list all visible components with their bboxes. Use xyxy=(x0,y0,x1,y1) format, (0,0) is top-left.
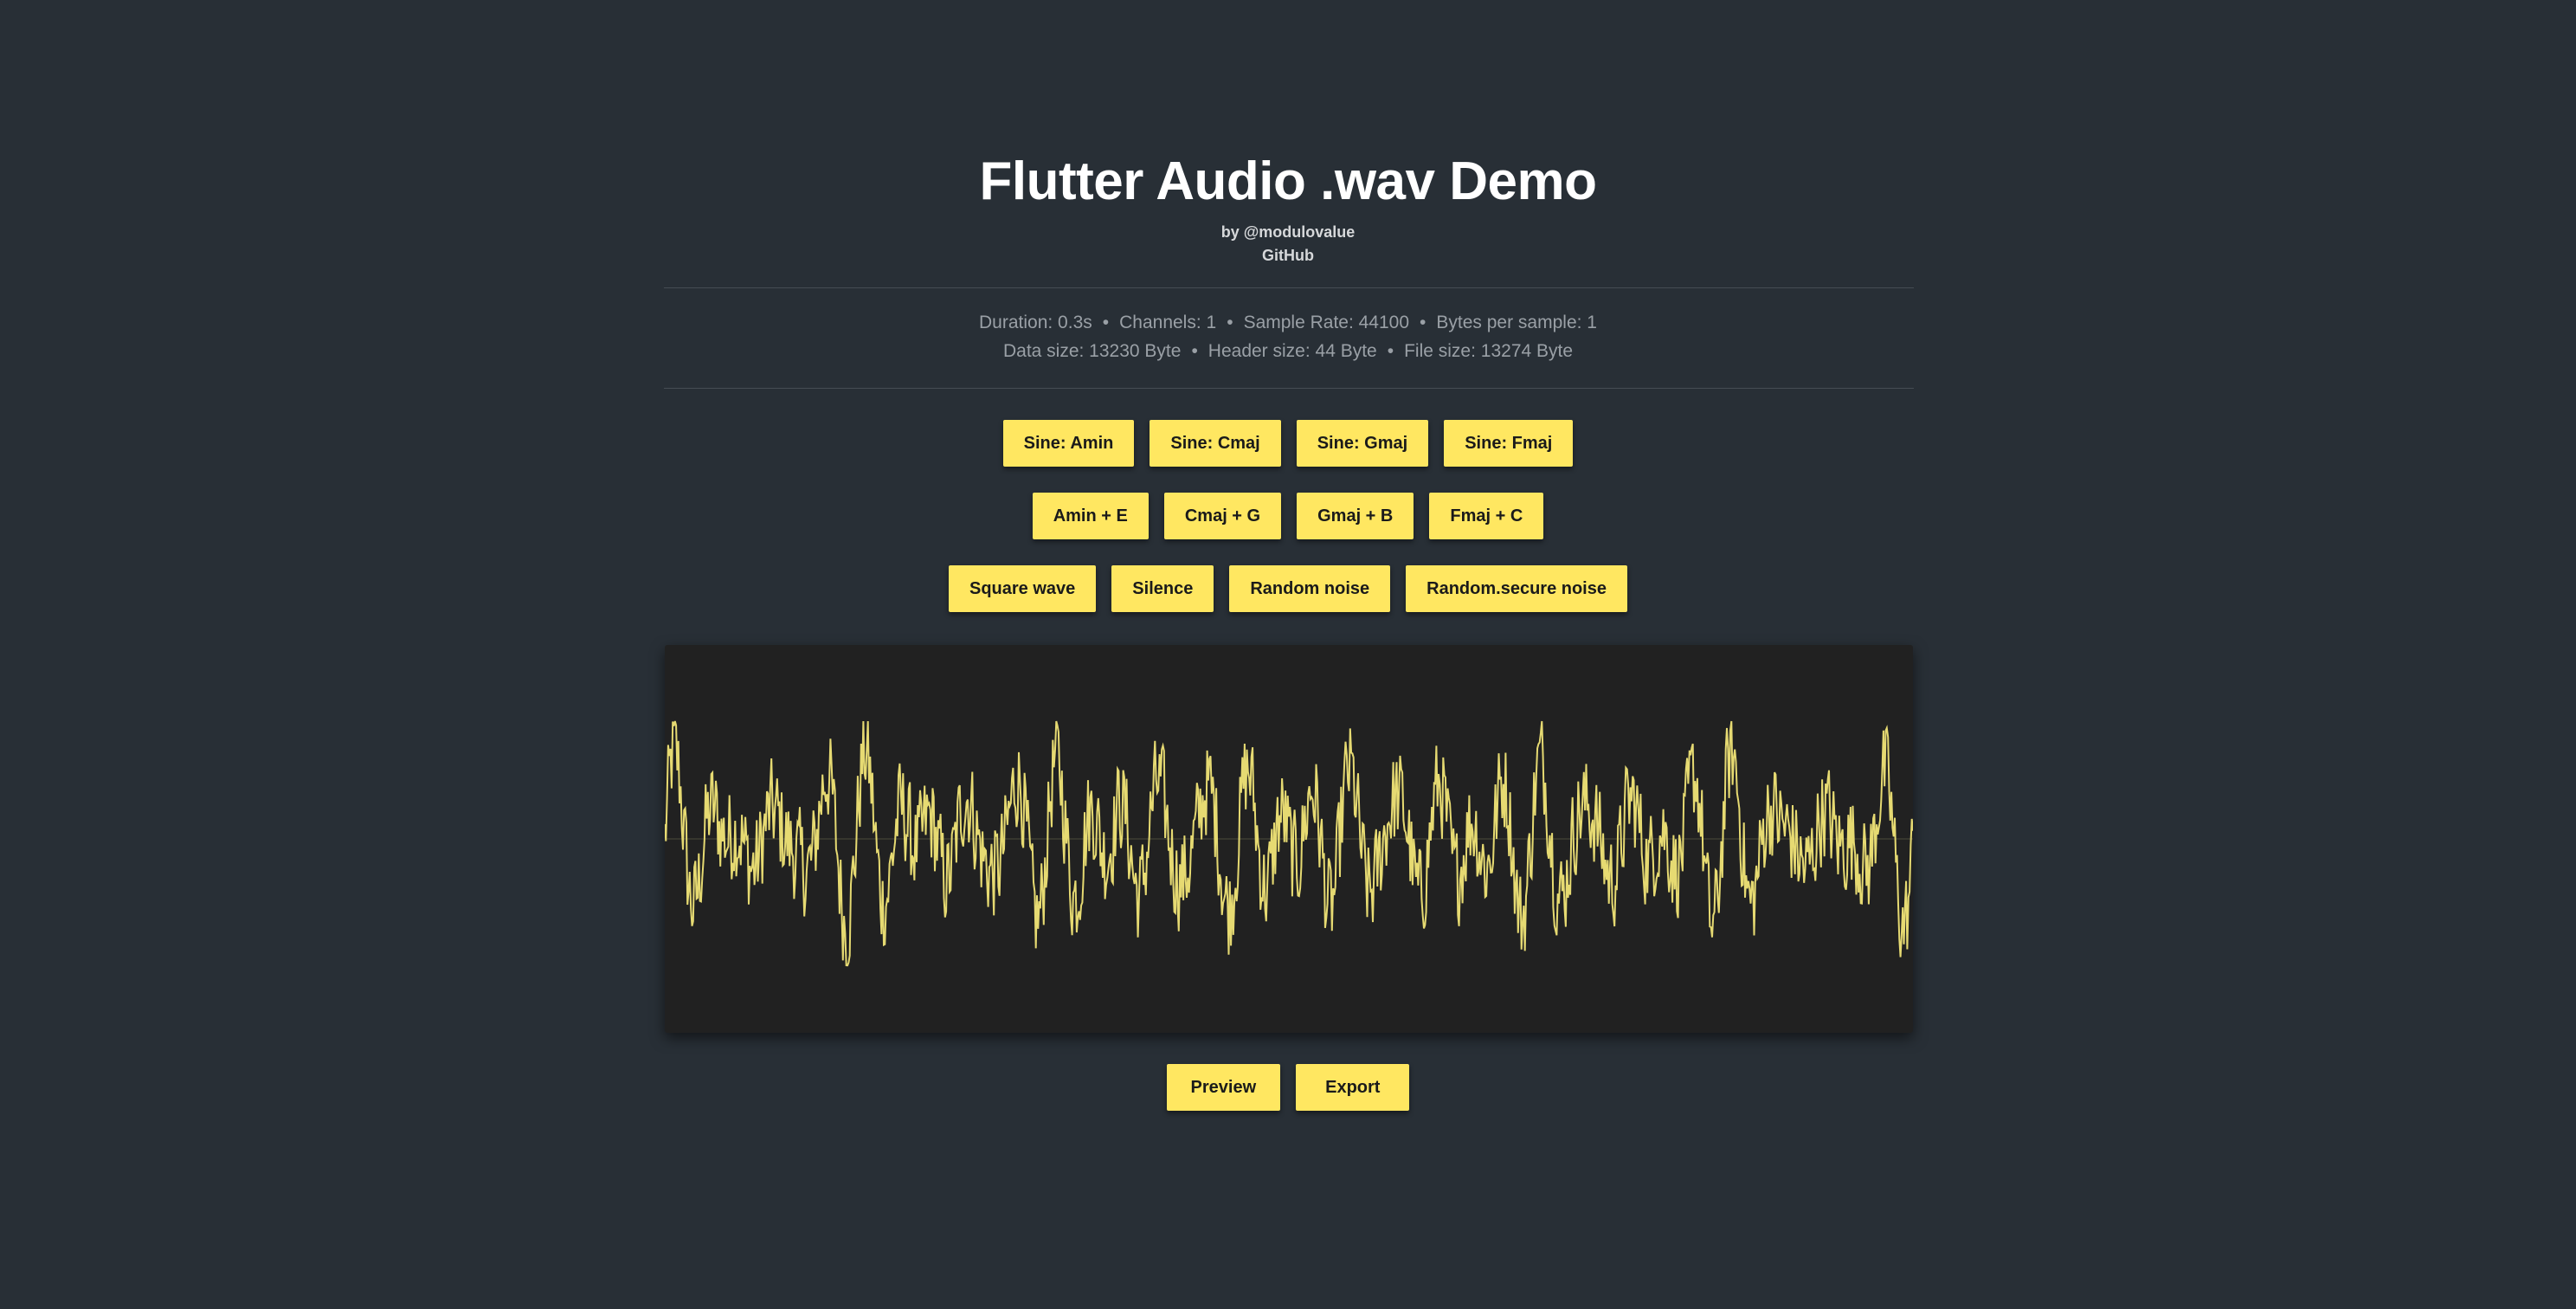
author-byline: by @modulovalue xyxy=(1220,223,1356,241)
silence-button[interactable]: Silence xyxy=(1111,565,1214,612)
top-divider xyxy=(664,287,1914,288)
page-title: Flutter Audio .wav Demo xyxy=(979,152,1597,211)
separator-dot: • xyxy=(1420,313,1426,332)
fmaj-c-button[interactable]: Fmaj + C xyxy=(1429,493,1544,539)
channels-info: Channels: 1 xyxy=(1119,313,1217,332)
amin-e-button[interactable]: Amin + E xyxy=(1032,493,1149,539)
separator-dot: • xyxy=(1102,313,1110,332)
action-buttons-row: Preview Export xyxy=(0,1064,2576,1111)
bytes-per-sample-info: Bytes per sample: 1 xyxy=(1436,313,1597,332)
separator-dot: • xyxy=(1227,313,1233,332)
waveform-line xyxy=(665,720,1913,967)
chord-buttons-row: Amin + E Cmaj + G Gmaj + B Fmaj + C xyxy=(0,493,2576,539)
cmaj-g-button[interactable]: Cmaj + G xyxy=(1163,493,1282,539)
sine-buttons-row: Sine: Amin Sine: Cmaj Sine: Gmaj Sine: F… xyxy=(0,420,2576,467)
header-size-info: Header size: 44 Byte xyxy=(1208,341,1377,361)
app-page: Flutter Audio .wav Demo by @modulovalue … xyxy=(0,0,2576,1309)
export-button[interactable]: Export xyxy=(1296,1064,1410,1111)
sample-rate-info: Sample Rate: 44100 xyxy=(1243,313,1410,332)
preview-button[interactable]: Preview xyxy=(1166,1064,1281,1111)
data-size-info: Data size: 13230 Byte xyxy=(1002,341,1182,361)
waveform-display xyxy=(665,645,1913,1033)
github-link[interactable]: GitHub xyxy=(0,245,2576,266)
generator-buttons-row: Square wave Silence Random noise Random.… xyxy=(0,565,2576,612)
sine-cmaj-button[interactable]: Sine: Cmaj xyxy=(1150,420,1281,467)
sine-gmaj-button[interactable]: Sine: Gmaj xyxy=(1296,420,1429,467)
separator-dot: • xyxy=(1191,341,1198,361)
wav-info-line-1: Duration: 0.3s • Channels: 1 • Sample Rate: … xyxy=(0,311,2576,335)
duration-info: Duration: 0.3s xyxy=(979,313,1092,332)
sine-amin-button[interactable]: Sine: Amin xyxy=(1002,420,1135,467)
gmaj-b-button[interactable]: Gmaj + B xyxy=(1297,493,1414,539)
separator-dot: • xyxy=(1387,341,1394,361)
random-noise-button[interactable]: Random noise xyxy=(1229,565,1391,612)
square-wave-button[interactable]: Square wave xyxy=(949,565,1097,612)
waveform-plot xyxy=(665,720,1913,967)
file-size-info: File size: 13274 Byte xyxy=(1404,341,1574,361)
bottom-divider xyxy=(664,388,1914,389)
random-secure-noise-button[interactable]: Random.secure noise xyxy=(1406,565,1627,612)
wav-info-line-2: Data size: 13230 Byte • Header size: 44 By… xyxy=(0,339,2576,364)
sine-fmaj-button[interactable]: Sine: Fmaj xyxy=(1444,420,1574,467)
